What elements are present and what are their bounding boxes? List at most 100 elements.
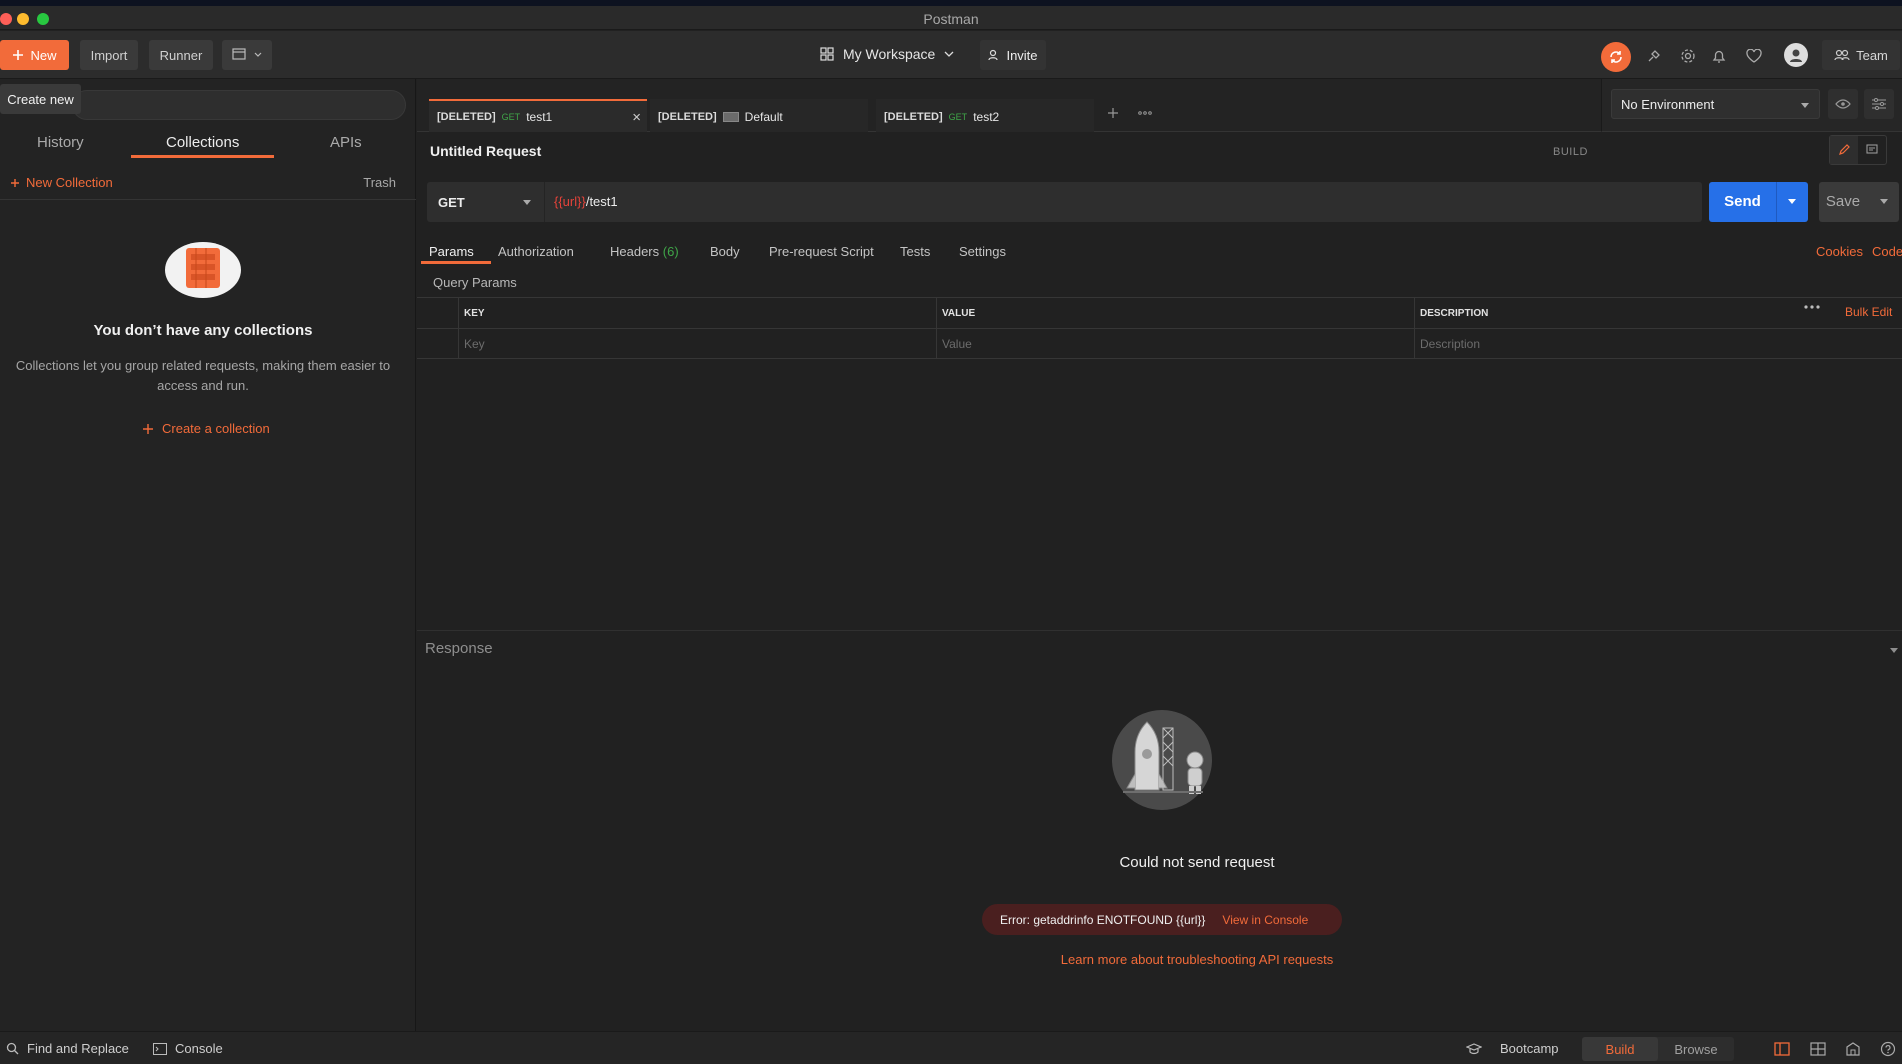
- column-value: VALUE: [936, 298, 1414, 328]
- create-collection-link[interactable]: Create a collection: [142, 421, 270, 436]
- trash-link[interactable]: Trash: [363, 175, 396, 190]
- url-input[interactable]: {{url}}/test1: [554, 194, 618, 209]
- request-title[interactable]: Untitled Request: [430, 143, 541, 159]
- tab-body[interactable]: Body: [710, 244, 740, 259]
- astronaut-rocket-illustration: [1101, 704, 1223, 816]
- favorites-button[interactable]: [1743, 45, 1765, 67]
- team-label: Team: [1856, 47, 1888, 63]
- workspace-switcher[interactable]: My Workspace: [820, 46, 954, 62]
- invite-label: Invite: [1006, 47, 1038, 63]
- team-button[interactable]: Team: [1822, 40, 1900, 70]
- two-pane-view-button[interactable]: [1773, 1040, 1791, 1058]
- import-button[interactable]: Import: [80, 40, 138, 70]
- environment-bar: No Environment: [1601, 79, 1902, 132]
- layout-toggle-button[interactable]: [1809, 1040, 1827, 1058]
- save-button[interactable]: Save: [1819, 182, 1899, 222]
- eye-icon: [1835, 99, 1851, 109]
- team-icon: [1834, 49, 1850, 61]
- caret-down-icon: [1801, 103, 1809, 108]
- value-input[interactable]: Value: [936, 329, 1414, 359]
- bootcamp-button[interactable]: Bootcamp: [1466, 1041, 1559, 1056]
- more-icon: [1804, 305, 1820, 309]
- error-message: Error: getaddrinfo ENOTFOUND {{url}}: [1000, 912, 1206, 927]
- request-tab[interactable]: [DELETED] GET test2: [876, 99, 1094, 132]
- save-options-icon[interactable]: [1880, 199, 1888, 204]
- interceptor-button[interactable]: [1643, 45, 1665, 67]
- sidebar: [0, 79, 416, 1031]
- active-tab-indicator: [421, 261, 491, 264]
- tab-collections[interactable]: Collections: [166, 134, 239, 151]
- settings-button[interactable]: [1677, 45, 1699, 67]
- tab-options-button[interactable]: [1132, 100, 1158, 126]
- column-options-button[interactable]: [1804, 305, 1820, 309]
- edit-mode-button[interactable]: [1830, 136, 1858, 164]
- tab-pre-request-script[interactable]: Pre-request Script: [769, 244, 874, 259]
- method-select[interactable]: GET: [427, 182, 545, 222]
- deleted-marker: [DELETED]: [437, 110, 496, 123]
- sync-icon: [1608, 49, 1624, 65]
- empty-collections-title: You don’t have any collections: [93, 322, 313, 339]
- console-button[interactable]: Console: [153, 1041, 223, 1056]
- key-input[interactable]: Key: [458, 329, 936, 359]
- request-tab-bar: [DELETED] GET test1 × [DELETED] Default …: [417, 79, 1601, 132]
- bootcamp-label: Bootcamp: [1500, 1041, 1559, 1056]
- bulk-edit-link[interactable]: Bulk Edit: [1845, 305, 1892, 319]
- documentation-mode-button[interactable]: [1858, 136, 1886, 164]
- caret-down-icon: [523, 200, 531, 205]
- invite-button[interactable]: Invite: [980, 40, 1046, 70]
- help-icon: [1880, 1041, 1896, 1057]
- sync-button[interactable]: [1601, 42, 1631, 72]
- tab-history[interactable]: History: [37, 134, 84, 151]
- gear-icon: [1680, 48, 1696, 64]
- tab-params[interactable]: Params: [429, 244, 474, 259]
- tab-headers[interactable]: Headers (6): [610, 244, 679, 259]
- plus-icon: [12, 49, 24, 61]
- mode-toggle: [1829, 135, 1887, 165]
- code-link[interactable]: Code: [1872, 244, 1902, 259]
- cookies-link[interactable]: Cookies: [1816, 244, 1863, 259]
- manage-environments-button[interactable]: [1864, 89, 1894, 119]
- response-divider[interactable]: [417, 630, 1902, 631]
- add-user-icon: [988, 49, 1000, 61]
- empty-collections-description: Collections let you group related reques…: [15, 358, 391, 393]
- tab-apis[interactable]: APIs: [330, 134, 362, 151]
- notifications-button[interactable]: [1708, 45, 1730, 67]
- find-replace-button[interactable]: Find and Replace: [6, 1041, 129, 1056]
- help-button[interactable]: [1879, 1040, 1897, 1058]
- new-button[interactable]: New: [0, 40, 69, 70]
- request-name: Default: [744, 109, 783, 124]
- view-in-console-link[interactable]: View in Console: [1222, 913, 1308, 927]
- title-bar: Postman: [0, 0, 1902, 30]
- troubleshooting-link[interactable]: Learn more about troubleshooting API req…: [817, 952, 1577, 967]
- url-path: /test1: [585, 194, 618, 209]
- request-tab[interactable]: [DELETED] GET test1 ×: [429, 99, 647, 132]
- send-button[interactable]: Send: [1709, 182, 1808, 222]
- close-icon[interactable]: ×: [632, 109, 641, 126]
- tab-authorization[interactable]: Authorization: [498, 244, 574, 259]
- send-options-icon[interactable]: [1788, 199, 1796, 204]
- new-window-button[interactable]: [222, 40, 272, 70]
- tab-tests[interactable]: Tests: [900, 244, 930, 259]
- environment-select[interactable]: No Environment: [1611, 89, 1820, 119]
- add-tab-button[interactable]: [1100, 100, 1126, 126]
- user-avatar[interactable]: [1784, 43, 1808, 67]
- request-name: test2: [973, 109, 1000, 124]
- table-row: Key Value Description: [417, 329, 1902, 360]
- tab-settings[interactable]: Settings: [959, 244, 1006, 259]
- description-input[interactable]: Description: [1414, 329, 1902, 359]
- request-panel: Untitled Request BUILD GET {{url}}/test1…: [417, 132, 1902, 1031]
- new-collection-button[interactable]: New Collection: [10, 175, 113, 190]
- build-mode-button[interactable]: Build: [1582, 1037, 1658, 1061]
- mac-menu-bar: [0, 0, 1902, 6]
- plus-icon: [10, 178, 20, 188]
- sidebar-search-input[interactable]: [72, 90, 406, 120]
- collapse-response-icon[interactable]: [1890, 648, 1898, 653]
- browse-mode-button[interactable]: Browse: [1658, 1037, 1734, 1061]
- environment-quick-look-button[interactable]: [1828, 89, 1858, 119]
- request-tab[interactable]: [DELETED] Default: [650, 99, 868, 132]
- console-icon: [153, 1042, 167, 1055]
- request-method: GET: [948, 111, 968, 122]
- store-button[interactable]: [1844, 1040, 1862, 1058]
- runner-button[interactable]: Runner: [149, 40, 213, 70]
- plus-icon: [142, 423, 154, 435]
